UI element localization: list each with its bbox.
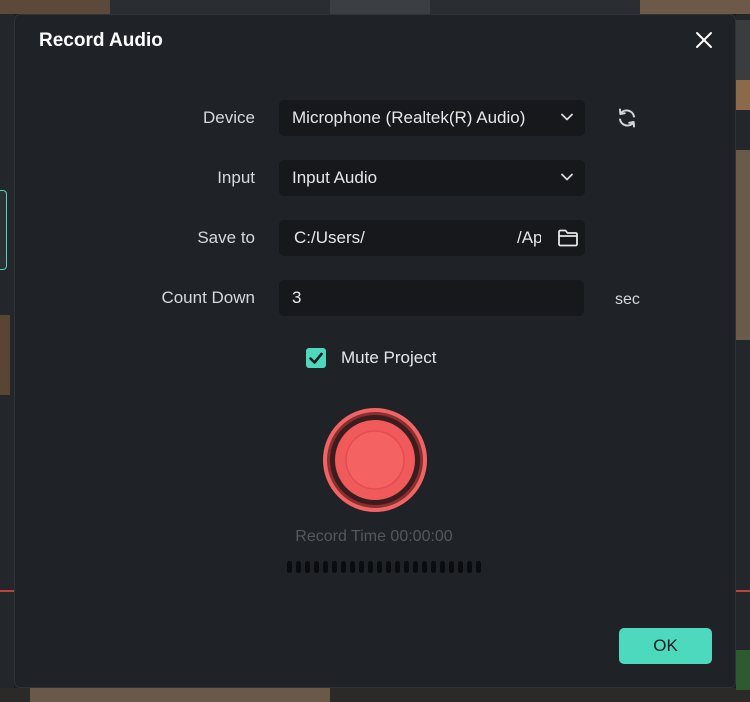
level-meter-segment	[422, 561, 427, 573]
level-meter-segment	[404, 561, 409, 573]
folder-icon[interactable]	[557, 228, 579, 248]
input-dropdown[interactable]: Input Audio	[279, 160, 585, 196]
level-meter-segment	[368, 561, 373, 573]
mute-project-label: Mute Project	[341, 348, 437, 367]
level-meter-segment	[449, 561, 454, 573]
count-down-unit: sec	[615, 291, 640, 308]
level-meter-segment	[323, 561, 328, 573]
input-value: Input Audio	[292, 168, 378, 187]
ok-button[interactable]: OK	[619, 628, 712, 664]
background-playhead-line	[0, 590, 14, 592]
level-meter-segment	[440, 561, 445, 573]
chevron-down-icon	[561, 113, 573, 121]
background-timeline-clip	[30, 688, 330, 702]
device-value: Microphone (Realtek(R) Audio)	[292, 108, 526, 127]
level-meter-segment	[377, 561, 382, 573]
record-time: Record Time 00:00:00	[295, 528, 453, 545]
refresh-icon[interactable]	[615, 106, 639, 130]
background-thumbnail	[330, 0, 430, 14]
count-down-input[interactable]: 3	[279, 280, 584, 316]
record-button[interactable]	[320, 405, 430, 515]
close-button[interactable]	[693, 29, 715, 51]
background-thumbnail	[736, 20, 750, 80]
level-meter-segment	[287, 561, 292, 573]
dialog-title: Record Audio	[39, 30, 163, 51]
level-meter-segment	[305, 561, 310, 573]
background-thumbnail	[0, 0, 110, 14]
count-down-label: Count Down	[161, 288, 255, 307]
level-meter-segment	[476, 561, 481, 573]
checkmark-icon	[309, 352, 323, 364]
background-thumbnail	[736, 80, 750, 110]
level-meter-segment	[458, 561, 463, 573]
save-to-path-tail: /Ap	[517, 228, 541, 247]
background-playhead-line	[736, 590, 750, 592]
level-meter-segment	[350, 561, 355, 573]
level-meter-segment	[359, 561, 364, 573]
close-icon	[696, 32, 712, 48]
chevron-down-icon	[561, 173, 573, 181]
mute-project-checkbox[interactable]	[306, 348, 326, 368]
background-thumbnail	[0, 315, 10, 395]
input-label: Input	[217, 168, 255, 187]
level-meter-segment	[467, 561, 472, 573]
level-meter-segment	[413, 561, 418, 573]
level-meter-segment	[332, 561, 337, 573]
device-label: Device	[203, 108, 255, 127]
audio-level-meter	[287, 561, 481, 573]
background-right-panel	[736, 14, 750, 702]
level-meter-segment	[431, 561, 436, 573]
background-thumbnail	[736, 150, 750, 340]
background-selected-card	[0, 190, 7, 270]
save-to-path-field[interactable]: C:/Users/ /Ap	[279, 220, 585, 256]
level-meter-segment	[314, 561, 319, 573]
background-timeline-clip	[736, 650, 750, 690]
level-meter-segment	[341, 561, 346, 573]
background-thumbnail	[640, 0, 750, 14]
save-to-label: Save to	[197, 228, 255, 247]
level-meter-segment	[296, 561, 301, 573]
device-dropdown[interactable]: Microphone (Realtek(R) Audio)	[279, 100, 585, 136]
record-button-icon	[323, 408, 427, 512]
record-audio-dialog: Record Audio Device Microphone (Realtek(…	[14, 14, 736, 688]
level-meter-segment	[395, 561, 400, 573]
save-to-path: C:/Users/	[294, 228, 365, 247]
level-meter-segment	[386, 561, 391, 573]
